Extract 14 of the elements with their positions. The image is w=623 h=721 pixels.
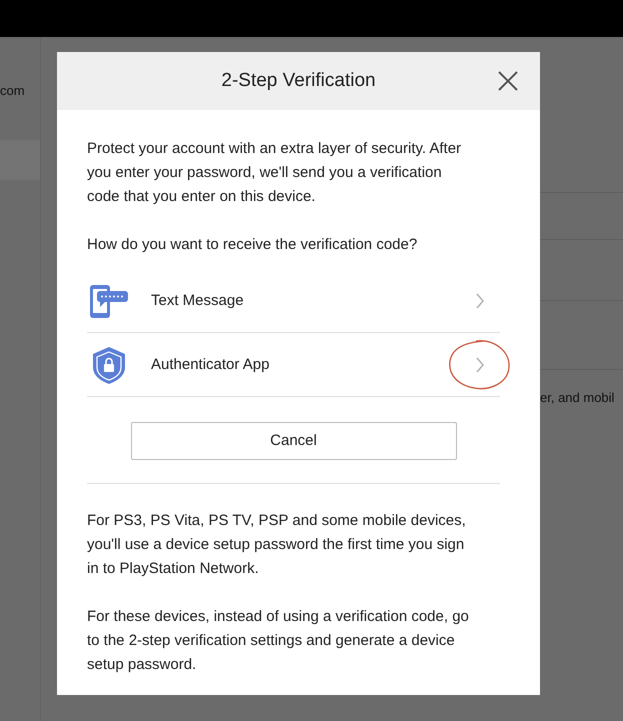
dialog-title: 2-Step Verification [221,70,376,92]
chevron-icon [475,292,485,308]
info-text: For PS3, PS Vita, PS TV, PSP and some mobile devices, you'll use a device setup password the first time you sign in to PlayStation Network. [87,511,467,579]
question-text: How do you want to receive the verification code? [87,235,418,255]
method-option[interactable]: Text Message [87,269,500,333]
method-option[interactable]: Authenticator App [87,333,500,397]
background-text: er, and mobil [540,390,616,405]
info-text: For these devices, instead of using a verification code, go to the 2-step verification settings and generate a device setup password. [87,607,470,675]
intro-text: Protect your account with an extra layer of security. After you enter your password, we'll send you a verification code that you enter on this device. [87,139,462,207]
close-button[interactable] [498,71,518,91]
cancel-button[interactable]: Cancel [130,422,456,460]
background-text: com [0,83,25,98]
chevron-icon [475,356,485,372]
close-icon [498,71,518,91]
